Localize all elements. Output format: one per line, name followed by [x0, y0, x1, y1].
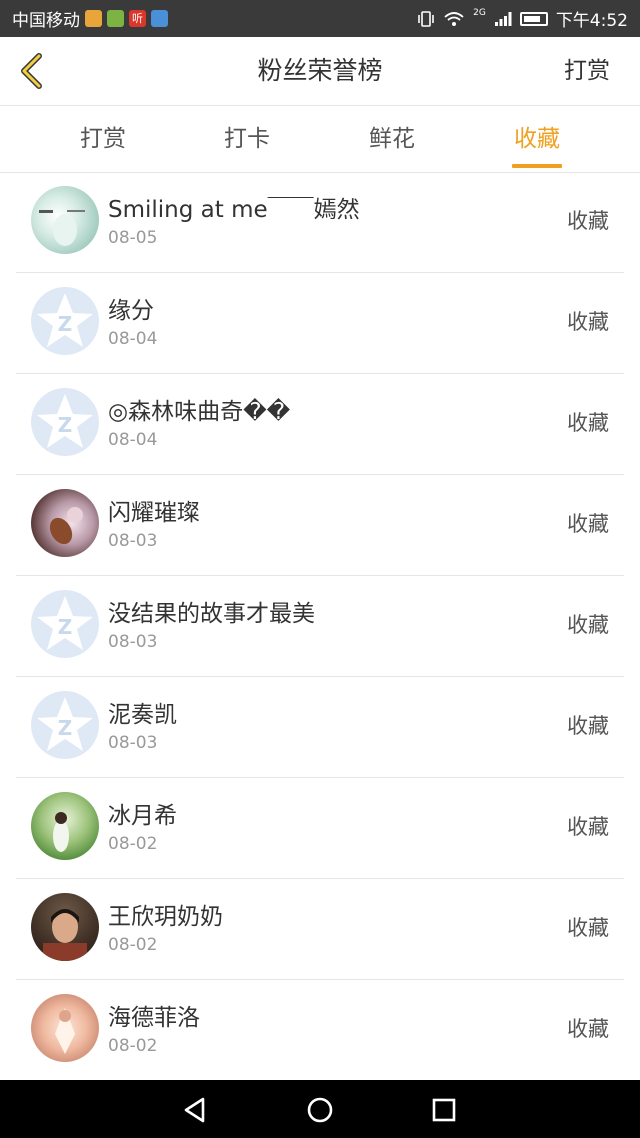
user-name: 冰月希 [108, 803, 177, 829]
list-item[interactable]: Z 缘分 08-04 收藏 [16, 273, 624, 374]
tab-checkin[interactable]: 打卡 [197, 106, 297, 172]
avatar[interactable] [31, 792, 99, 860]
status-left: 中国移动 听 [12, 6, 168, 31]
tab-favorites[interactable]: 收藏 [487, 106, 587, 172]
user-name: 闪耀璀璨 [108, 500, 200, 526]
notification-ting-icon: 听 [129, 10, 146, 27]
fan-list: Smiling at me￣￣嫣然 08-05 收藏 Z 缘分 08-04 收藏… [0, 172, 640, 1081]
item-action: 收藏 [567, 310, 609, 334]
avatar[interactable] [31, 489, 99, 557]
page-title: 粉丝荣誉榜 [257, 56, 383, 85]
list-item[interactable]: 冰月希 08-02 收藏 [16, 778, 624, 879]
notification-app-icon [107, 10, 124, 27]
list-item[interactable]: Z 没结果的故事才最美 08-03 收藏 [16, 576, 624, 677]
status-right: 2G 下午4:52 [417, 6, 628, 31]
item-action: 收藏 [567, 1017, 609, 1041]
svg-text:Z: Z [58, 615, 73, 639]
user-name: 王欣玥奶奶 [108, 904, 223, 930]
square-recents-icon [432, 1098, 456, 1122]
user-name: 缘分 [108, 298, 154, 324]
default-avatar-icon[interactable]: Z [31, 287, 99, 355]
notification-app-icon [85, 10, 102, 27]
list-item[interactable]: Z ◎森林味曲奇�� 08-04 收藏 [16, 374, 624, 475]
svg-text:Z: Z [58, 413, 73, 437]
item-action: 收藏 [567, 613, 609, 637]
nav-home-button[interactable] [303, 1093, 337, 1127]
wifi-icon [444, 11, 464, 26]
default-avatar-icon[interactable]: Z [31, 590, 99, 658]
tab-flowers[interactable]: 鲜花 [342, 106, 442, 172]
list-item[interactable]: 闪耀璀璨 08-03 收藏 [16, 475, 624, 576]
tab-reward[interactable]: 打赏 [53, 106, 153, 172]
user-name: 没结果的故事才最美 [108, 601, 315, 627]
circle-home-icon [307, 1097, 333, 1123]
status-bar: 中国移动 听 2G 下午4:52 [0, 0, 640, 37]
item-date: 08-04 [108, 430, 158, 450]
default-avatar-icon[interactable]: Z [31, 388, 99, 456]
avatar[interactable] [31, 994, 99, 1062]
item-action: 收藏 [567, 512, 609, 536]
signal-icon [494, 11, 512, 26]
list-item[interactable]: 海德菲洛 08-02 收藏 [16, 980, 624, 1081]
item-date: 08-02 [108, 935, 158, 955]
user-name: 海德菲洛 [108, 1005, 200, 1031]
system-nav-bar [0, 1080, 640, 1138]
item-date: 08-05 [108, 228, 158, 248]
item-date: 08-03 [108, 531, 158, 551]
item-date: 08-04 [108, 329, 158, 349]
item-date: 08-02 [108, 834, 158, 854]
avatar[interactable] [31, 186, 99, 254]
item-action: 收藏 [567, 209, 609, 233]
list-item[interactable]: 王欣玥奶奶 08-02 收藏 [16, 879, 624, 980]
item-action: 收藏 [567, 815, 609, 839]
svg-text:Z: Z [58, 716, 73, 740]
nav-recents-button[interactable] [427, 1093, 461, 1127]
svg-text:Z: Z [58, 312, 73, 336]
app-bar: 粉丝荣誉榜 打赏 [0, 37, 640, 106]
avatar[interactable] [31, 893, 99, 961]
clock: 下午4:52 [555, 11, 628, 31]
user-name: 泥奏凯 [108, 702, 177, 728]
tab-bar: 打赏 打卡 鲜花 收藏 [0, 106, 640, 173]
carrier-label: 中国移动 [12, 11, 80, 31]
item-action: 收藏 [567, 714, 609, 738]
network-type: 2G [473, 7, 486, 18]
item-date: 08-03 [108, 632, 158, 652]
item-date: 08-02 [108, 1036, 158, 1056]
default-avatar-icon[interactable]: Z [31, 691, 99, 759]
back-button[interactable] [14, 51, 54, 91]
user-name: Smiling at me￣￣嫣然 [108, 197, 360, 223]
notification-app-icon [151, 10, 168, 27]
reward-button[interactable]: 打赏 [564, 37, 610, 105]
item-action: 收藏 [567, 411, 609, 435]
chevron-left-icon [21, 53, 42, 89]
triangle-back-icon [184, 1097, 205, 1123]
list-item[interactable]: Smiling at me￣￣嫣然 08-05 收藏 [16, 172, 624, 273]
battery-icon [519, 11, 548, 26]
list-item[interactable]: Z 泥奏凯 08-03 收藏 [16, 677, 624, 778]
nav-back-button[interactable] [178, 1093, 212, 1127]
item-action: 收藏 [567, 916, 609, 940]
item-date: 08-03 [108, 733, 158, 753]
vibrate-icon [418, 10, 434, 27]
user-name: ◎森林味曲奇�� [108, 399, 291, 425]
